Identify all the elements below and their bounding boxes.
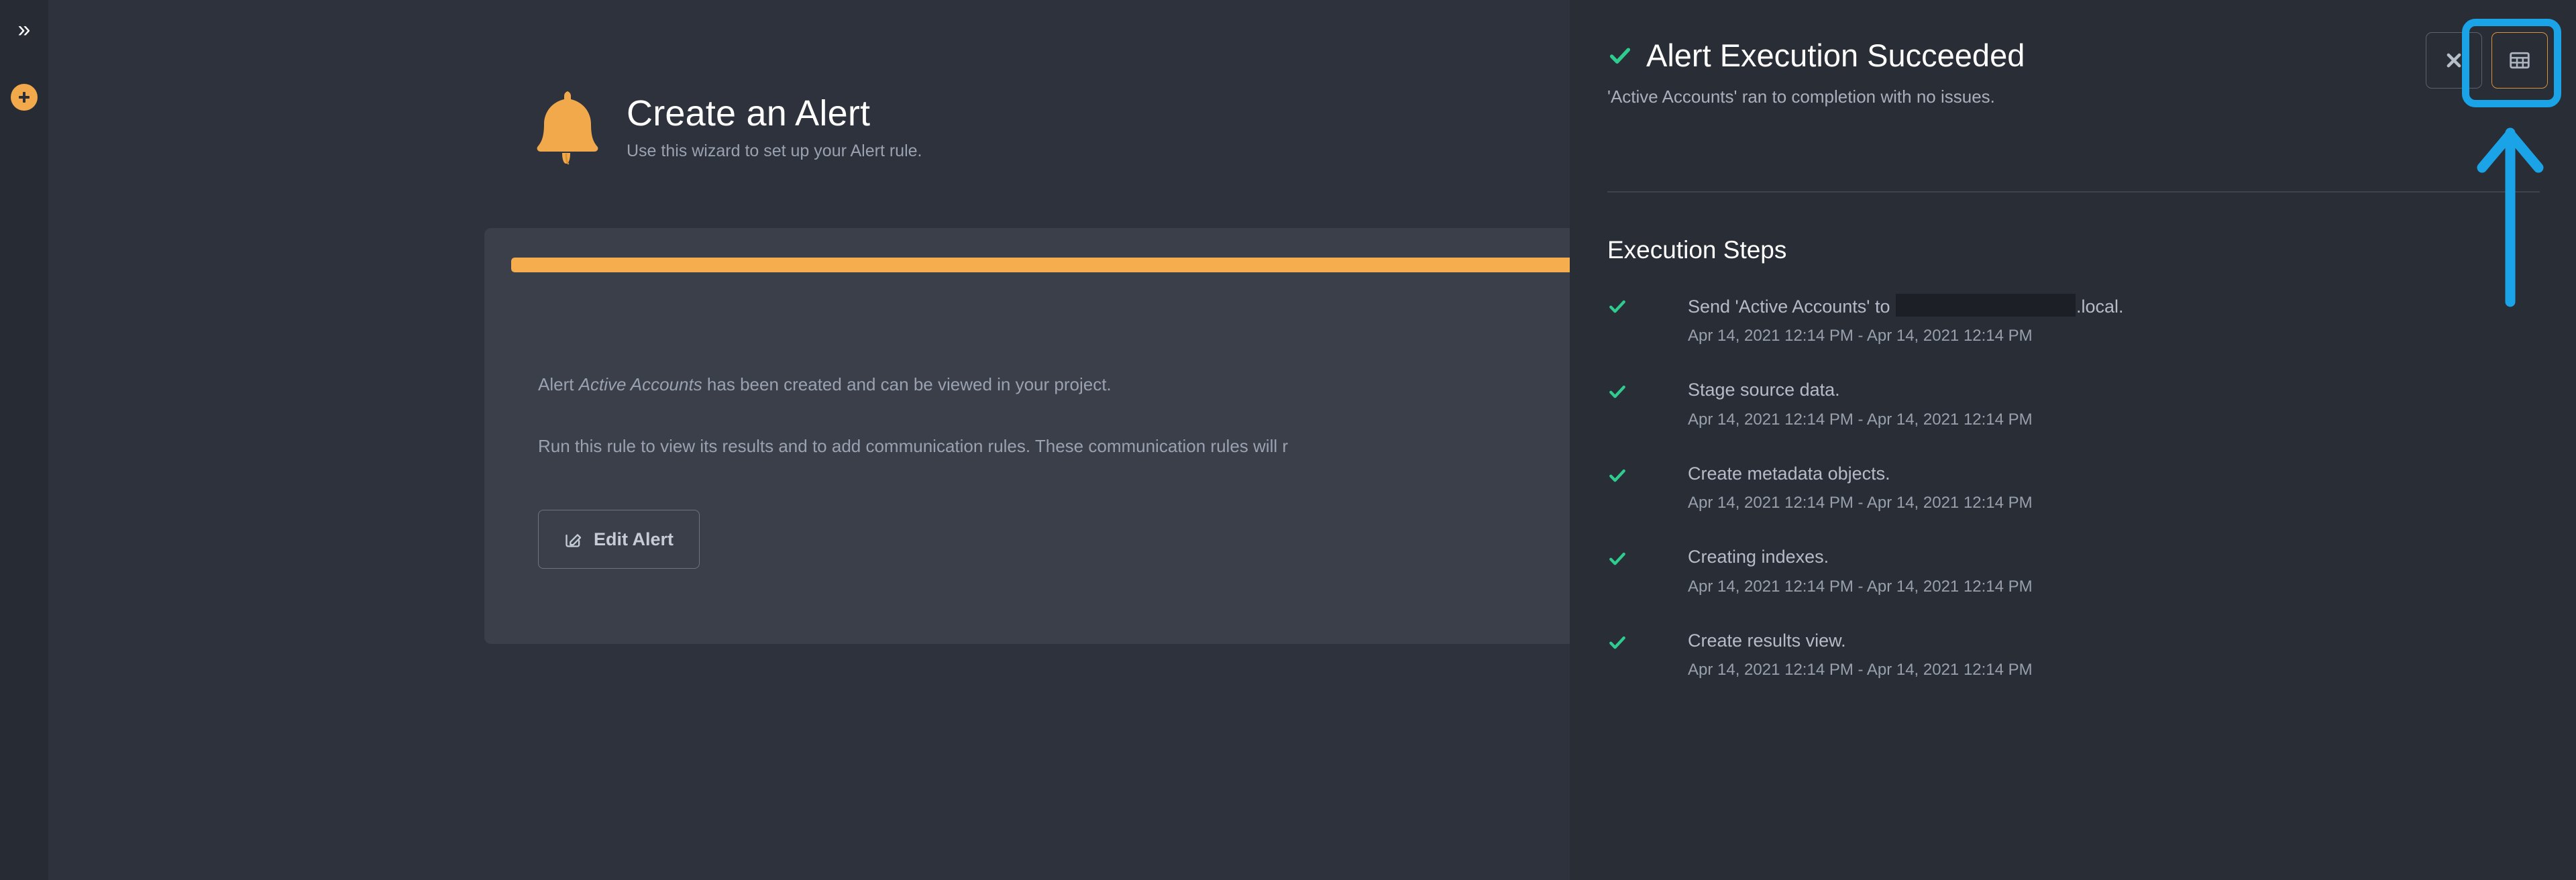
execution-steps-list: Send 'Active Accounts' to .local. Apr 14… bbox=[1607, 294, 2540, 713]
alert-execution-panel: Alert Execution Succeeded 'Active Accoun… bbox=[1570, 0, 2576, 880]
step-timestamp: Apr 14, 2021 12:14 PM - Apr 14, 2021 12:… bbox=[1688, 577, 2033, 596]
plus-circle-icon[interactable] bbox=[11, 84, 38, 111]
step-label: Send 'Active Accounts' to .local. bbox=[1688, 294, 2540, 317]
step-label-prefix: Send 'Active Accounts' to bbox=[1688, 296, 1895, 317]
step-timestamp: Apr 14, 2021 12:14 PM - Apr 14, 2021 12:… bbox=[1688, 494, 2033, 512]
step-text: Create results view. Apr 14, 2021 12:14 … bbox=[1688, 630, 2540, 679]
wizard-card-body: Alert Active Accounts has been created a… bbox=[538, 372, 1638, 459]
step-text: Stage source data. Apr 14, 2021 12:14 PM… bbox=[1688, 379, 2540, 429]
page-title: Create an Alert bbox=[627, 93, 871, 133]
execution-step-row: Creating indexes. Apr 14, 2021 12:14 PM … bbox=[1607, 546, 2540, 596]
double-chevron-right-icon[interactable]: » bbox=[9, 15, 39, 44]
step-text: Creating indexes. Apr 14, 2021 12:14 PM … bbox=[1688, 546, 2540, 596]
panel-divider bbox=[1607, 191, 2540, 192]
left-sidebar-rail: » bbox=[0, 0, 48, 880]
close-button[interactable] bbox=[2426, 32, 2482, 89]
execution-step-row: Send 'Active Accounts' to .local. Apr 14… bbox=[1607, 294, 2540, 345]
step-label: Creating indexes. bbox=[1688, 547, 1829, 567]
edit-alert-label: Edit Alert bbox=[594, 529, 674, 549]
wizard-card-actions: Edit Alert bbox=[538, 510, 1638, 569]
step-status bbox=[1607, 546, 1688, 572]
step-status bbox=[1607, 294, 1688, 320]
wizard-card: Alert Active Accounts has been created a… bbox=[484, 228, 1652, 644]
check-icon bbox=[1609, 469, 1625, 482]
check-icon bbox=[1609, 300, 1625, 313]
execution-steps-heading: Execution Steps bbox=[1607, 236, 1787, 264]
panel-subtitle: 'Active Accounts' ran to completion with… bbox=[1607, 87, 1995, 107]
table-grid-icon bbox=[2510, 52, 2530, 69]
panel-title-text: Alert Execution Succeeded bbox=[1646, 38, 2025, 73]
execution-step-row: Create results view. Apr 14, 2021 12:14 … bbox=[1607, 630, 2540, 679]
wizard-header-text: Create an Alert Use this wizard to set u… bbox=[627, 93, 922, 161]
step-label: Create metadata objects. bbox=[1688, 463, 1890, 484]
table-view-button[interactable] bbox=[2491, 32, 2548, 89]
wizard-progress-bar bbox=[511, 258, 1638, 272]
bell-icon bbox=[537, 91, 598, 165]
step-timestamp: Apr 14, 2021 12:14 PM - Apr 14, 2021 12:… bbox=[1688, 410, 2033, 429]
page-subtitle: Use this wizard to set up your Alert rul… bbox=[627, 142, 922, 161]
check-icon bbox=[1609, 636, 1625, 649]
step-label: Stage source data. bbox=[1688, 380, 1840, 400]
execution-step-row: Create metadata objects. Apr 14, 2021 12… bbox=[1607, 463, 2540, 512]
redacted-hostname bbox=[1895, 294, 2076, 317]
check-icon bbox=[1609, 553, 1625, 565]
step-status bbox=[1607, 463, 1688, 489]
wizard-progress-fill bbox=[511, 258, 1638, 272]
panel-header: Alert Execution Succeeded 'Active Accoun… bbox=[1607, 39, 2385, 107]
execution-step-row: Stage source data. Apr 14, 2021 12:14 PM… bbox=[1607, 379, 2540, 429]
alert-name: Active Accounts bbox=[578, 374, 702, 394]
step-text: Create metadata objects. Apr 14, 2021 12… bbox=[1688, 463, 2540, 512]
instruction-text: Run this rule to view its results and to… bbox=[538, 435, 1288, 456]
panel-header-buttons bbox=[2426, 32, 2548, 89]
step-text: Send 'Active Accounts' to .local. Apr 14… bbox=[1688, 294, 2540, 345]
confirmation-text: Alert Active Accounts has been created a… bbox=[538, 372, 1638, 398]
step-status bbox=[1607, 630, 1688, 656]
step-label-suffix: .local. bbox=[2076, 296, 2124, 317]
confirmation-text-prefix: Alert bbox=[538, 374, 579, 394]
edit-alert-button[interactable]: Edit Alert bbox=[538, 510, 700, 569]
edit-pencil-icon bbox=[566, 534, 582, 547]
check-icon bbox=[1609, 386, 1625, 398]
step-label: Create results view. bbox=[1688, 630, 1846, 651]
step-timestamp: Apr 14, 2021 12:14 PM - Apr 14, 2021 12:… bbox=[1688, 660, 2033, 679]
panel-title: Alert Execution Succeeded bbox=[1607, 39, 2385, 72]
wizard-header: Create an Alert Use this wizard to set u… bbox=[531, 87, 922, 168]
step-status bbox=[1607, 379, 1688, 405]
check-icon bbox=[1609, 48, 1631, 64]
step-timestamp: Apr 14, 2021 12:14 PM - Apr 14, 2021 12:… bbox=[1688, 327, 2033, 345]
close-icon bbox=[2447, 53, 2461, 68]
confirmation-text-suffix: has been created and can be viewed in yo… bbox=[702, 374, 1112, 394]
